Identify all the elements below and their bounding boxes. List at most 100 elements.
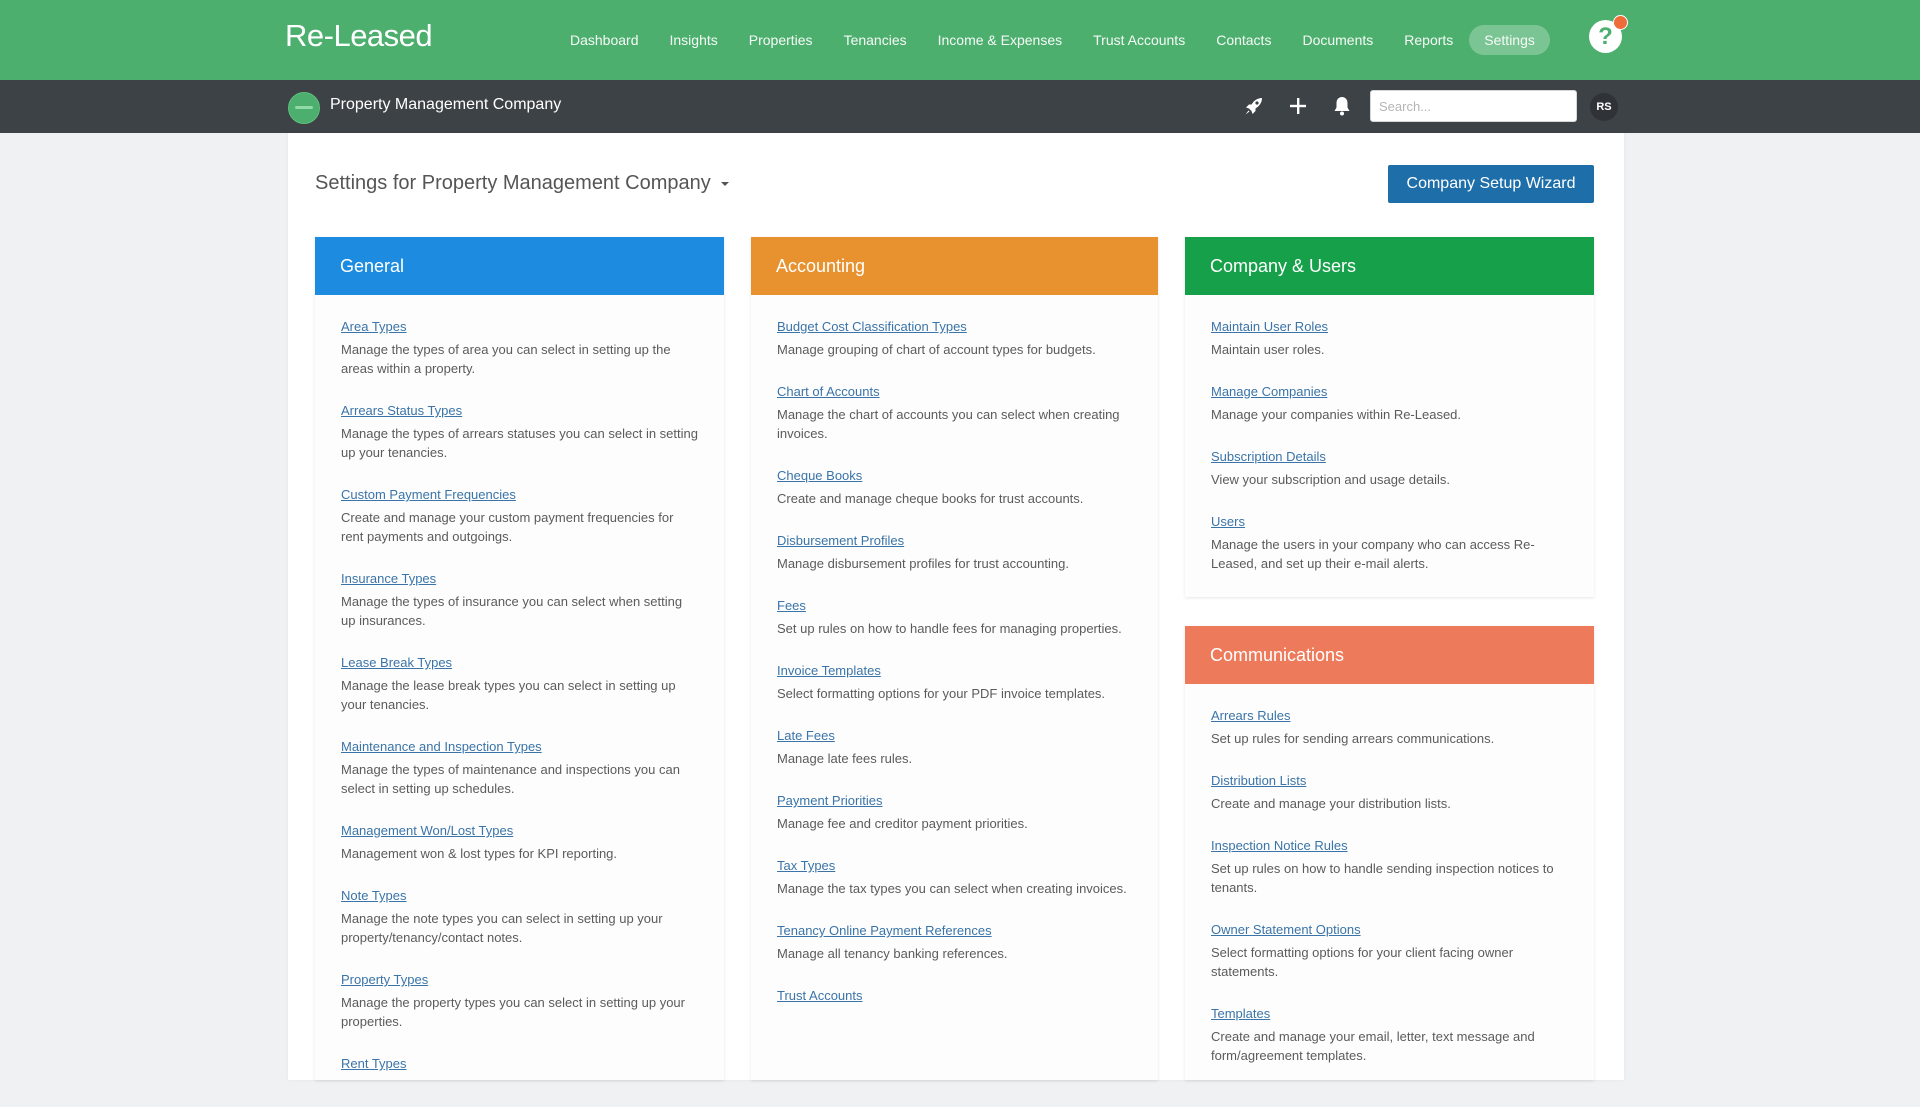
item-description: Set up rules for sending arrears communi… <box>1211 731 1495 746</box>
link-area-types[interactable]: Area Types <box>341 319 699 335</box>
settings-item: Payment Priorities Manage fee and credito… <box>777 793 1133 833</box>
accounting-card-header: Accounting <box>751 237 1158 295</box>
item-description: Manage all tenancy banking references. <box>777 946 1008 961</box>
bell-icon[interactable] <box>1330 94 1354 118</box>
link-fees[interactable]: Fees <box>777 598 1133 614</box>
link-templates[interactable]: Templates <box>1211 1006 1569 1022</box>
settings-item: Note Types Manage the note types you can … <box>341 888 699 947</box>
link-tenancy-online-payment-references[interactable]: Tenancy Online Payment References <box>777 923 1133 939</box>
link-custom-payment-frequencies[interactable]: Custom Payment Frequencies <box>341 487 699 503</box>
link-manage-companies[interactable]: Manage Companies <box>1211 384 1569 400</box>
item-description: Manage the types of insurance you can se… <box>341 594 683 628</box>
settings-item: Management Won/Lost Types Management won … <box>341 823 699 863</box>
company-users-card: Company & Users Maintain User Roles Maint… <box>1185 237 1594 597</box>
user-avatar[interactable]: RS <box>1590 93 1618 121</box>
link-budget-cost-classification-types[interactable]: Budget Cost Classification Types <box>777 319 1133 335</box>
top-nav-bar: Re-Leased Dashboard Insights Properties … <box>0 0 1920 80</box>
nav-dashboard[interactable]: Dashboard <box>570 32 639 48</box>
settings-item: Area Types Manage the types of area you c… <box>341 319 699 378</box>
nav-trust-accounts[interactable]: Trust Accounts <box>1093 32 1185 48</box>
link-users[interactable]: Users <box>1211 514 1569 530</box>
item-description: Create and manage cheque books for trust… <box>777 491 1084 506</box>
settings-item: Rent Types <box>341 1056 699 1072</box>
link-lease-break-types[interactable]: Lease Break Types <box>341 655 699 671</box>
settings-item: Arrears Status Types Manage the types of … <box>341 403 699 462</box>
settings-item: Users Manage the users in your company wh… <box>1211 514 1569 573</box>
nav-properties[interactable]: Properties <box>749 32 813 48</box>
link-management-won-lost-types[interactable]: Management Won/Lost Types <box>341 823 699 839</box>
settings-item: Tax Types Manage the tax types you can se… <box>777 858 1133 898</box>
item-description: Manage the chart of accounts you can sel… <box>777 407 1120 441</box>
item-description: Manage the types of area you can select … <box>341 342 671 376</box>
company-setup-wizard-button[interactable]: Company Setup Wizard <box>1388 165 1594 203</box>
company-selector-label: Property Management Company <box>421 172 711 194</box>
settings-item: Subscription Details View your subscripti… <box>1211 449 1569 489</box>
link-chart-of-accounts[interactable]: Chart of Accounts <box>777 384 1133 400</box>
item-description: Select formatting options for your PDF i… <box>777 686 1106 701</box>
link-trust-accounts[interactable]: Trust Accounts <box>777 988 1133 1004</box>
settings-item: Owner Statement Options Select formatting… <box>1211 922 1569 981</box>
item-description: Maintain user roles. <box>1211 342 1325 357</box>
page-title: Settings for Property Management Company <box>315 172 729 195</box>
nav-reports[interactable]: Reports <box>1404 32 1453 48</box>
link-disbursement-profiles[interactable]: Disbursement Profiles <box>777 533 1133 549</box>
item-description: Manage the lease break types you can sel… <box>341 678 676 712</box>
search-input[interactable] <box>1370 90 1577 122</box>
link-arrears-status-types[interactable]: Arrears Status Types <box>341 403 699 419</box>
general-card: General Area Types Manage the types of ar… <box>315 237 724 1080</box>
link-distribution-lists[interactable]: Distribution Lists <box>1211 773 1569 789</box>
app-logo[interactable]: Re-Leased <box>285 18 433 54</box>
item-description: Manage late fees rules. <box>777 751 913 766</box>
item-description: Manage the property types you can select… <box>341 995 685 1029</box>
link-owner-statement-options[interactable]: Owner Statement Options <box>1211 922 1569 938</box>
general-card-header: General <box>315 237 724 295</box>
link-late-fees[interactable]: Late Fees <box>777 728 1133 744</box>
link-inspection-notice-rules[interactable]: Inspection Notice Rules <box>1211 838 1569 854</box>
nav-tenancies[interactable]: Tenancies <box>844 32 907 48</box>
company-selector[interactable]: Property Management Company <box>422 172 729 194</box>
plus-icon[interactable] <box>1286 94 1310 118</box>
page-title-prefix: Settings for <box>315 172 417 194</box>
nav-insights[interactable]: Insights <box>670 32 718 48</box>
accounting-card: Accounting Budget Cost Classification Ty… <box>751 237 1158 1080</box>
settings-item: Lease Break Types Manage the lease break … <box>341 655 699 714</box>
settings-item: Late Fees Manage late fees rules. <box>777 728 1133 768</box>
link-arrears-rules[interactable]: Arrears Rules <box>1211 708 1569 724</box>
settings-item: Distribution Lists Create and manage your… <box>1211 773 1569 813</box>
settings-item: Maintenance and Inspection Types Manage t… <box>341 739 699 798</box>
link-maintain-user-roles[interactable]: Maintain User Roles <box>1211 319 1569 335</box>
item-description: Manage the users in your company who can… <box>1211 537 1535 571</box>
nav-settings[interactable]: Settings <box>1469 25 1550 55</box>
link-rent-types[interactable]: Rent Types <box>341 1056 699 1072</box>
settings-item: Tenancy Online Payment References Manage … <box>777 923 1133 963</box>
link-tax-types[interactable]: Tax Types <box>777 858 1133 874</box>
link-maintenance-inspection-types[interactable]: Maintenance and Inspection Types <box>341 739 699 755</box>
settings-item: Chart of Accounts Manage the chart of acc… <box>777 384 1133 443</box>
link-insurance-types[interactable]: Insurance Types <box>341 571 699 587</box>
link-property-types[interactable]: Property Types <box>341 972 699 988</box>
item-description: Manage the types of maintenance and insp… <box>341 762 680 796</box>
caret-down-icon <box>720 181 729 186</box>
link-payment-priorities[interactable]: Payment Priorities <box>777 793 1133 809</box>
settings-item: Insurance Types Manage the types of insur… <box>341 571 699 630</box>
item-description: Manage the types of arrears statuses you… <box>341 426 698 460</box>
settings-item: Disbursement Profiles Manage disbursement… <box>777 533 1133 573</box>
settings-item: Trust Accounts <box>777 988 1133 1004</box>
nav-income-expenses[interactable]: Income & Expenses <box>938 32 1063 48</box>
main-nav: Dashboard Insights Properties Tenancies … <box>570 0 1562 80</box>
accounting-items: Budget Cost Classification Types Manage g… <box>751 295 1158 1039</box>
nav-documents[interactable]: Documents <box>1302 32 1373 48</box>
item-description: Create and manage your distribution list… <box>1211 796 1451 811</box>
item-description: Manage grouping of chart of account type… <box>777 342 1096 357</box>
link-note-types[interactable]: Note Types <box>341 888 699 904</box>
nav-contacts[interactable]: Contacts <box>1216 32 1271 48</box>
rocket-icon[interactable] <box>1242 94 1266 118</box>
link-cheque-books[interactable]: Cheque Books <box>777 468 1133 484</box>
company-users-items: Maintain User Roles Maintain user roles. … <box>1185 295 1594 608</box>
company-name[interactable]: Property Management Company <box>330 96 561 114</box>
item-description: Create and manage your custom payment fr… <box>341 510 674 544</box>
link-invoice-templates[interactable]: Invoice Templates <box>777 663 1133 679</box>
item-description: Set up rules on how to handle fees for m… <box>777 621 1122 636</box>
communications-items: Arrears Rules Set up rules for sending ar… <box>1185 684 1594 1100</box>
link-subscription-details[interactable]: Subscription Details <box>1211 449 1569 465</box>
